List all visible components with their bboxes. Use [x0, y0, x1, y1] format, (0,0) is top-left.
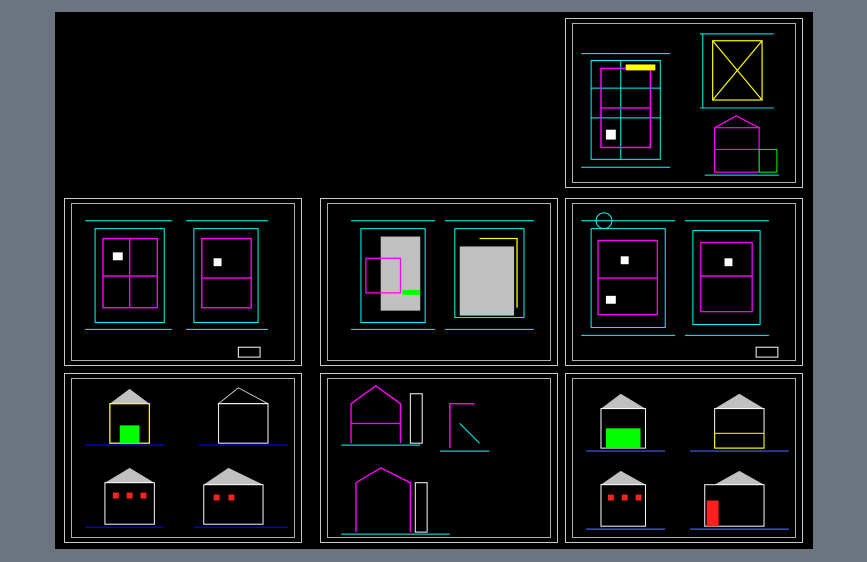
sheet-roof-plans[interactable] [565, 18, 803, 188]
sheet-sections-drawing [341, 385, 490, 535]
sheet-sections[interactable] [320, 373, 558, 543]
sheet-elevations-1[interactable] [64, 373, 302, 543]
drawing-canvas[interactable] [55, 12, 813, 549]
sheet-elevations-2[interactable] [565, 373, 803, 543]
sheet-floor-plans-3[interactable] [565, 198, 803, 366]
sheet-floor-plans-3-drawing [581, 212, 779, 358]
sheet-roof-plans-drawing [581, 33, 779, 176]
sheet-floor-plans-2-drawing [351, 220, 534, 330]
sheet-elevations-1-drawing [85, 387, 288, 528]
sheet-floor-plans-1-drawing [85, 220, 268, 358]
sheet-floor-plans-1[interactable] [64, 198, 302, 366]
sheet-floor-plans-2[interactable] [320, 198, 558, 366]
sheet-elevations-2-drawing [586, 393, 789, 530]
